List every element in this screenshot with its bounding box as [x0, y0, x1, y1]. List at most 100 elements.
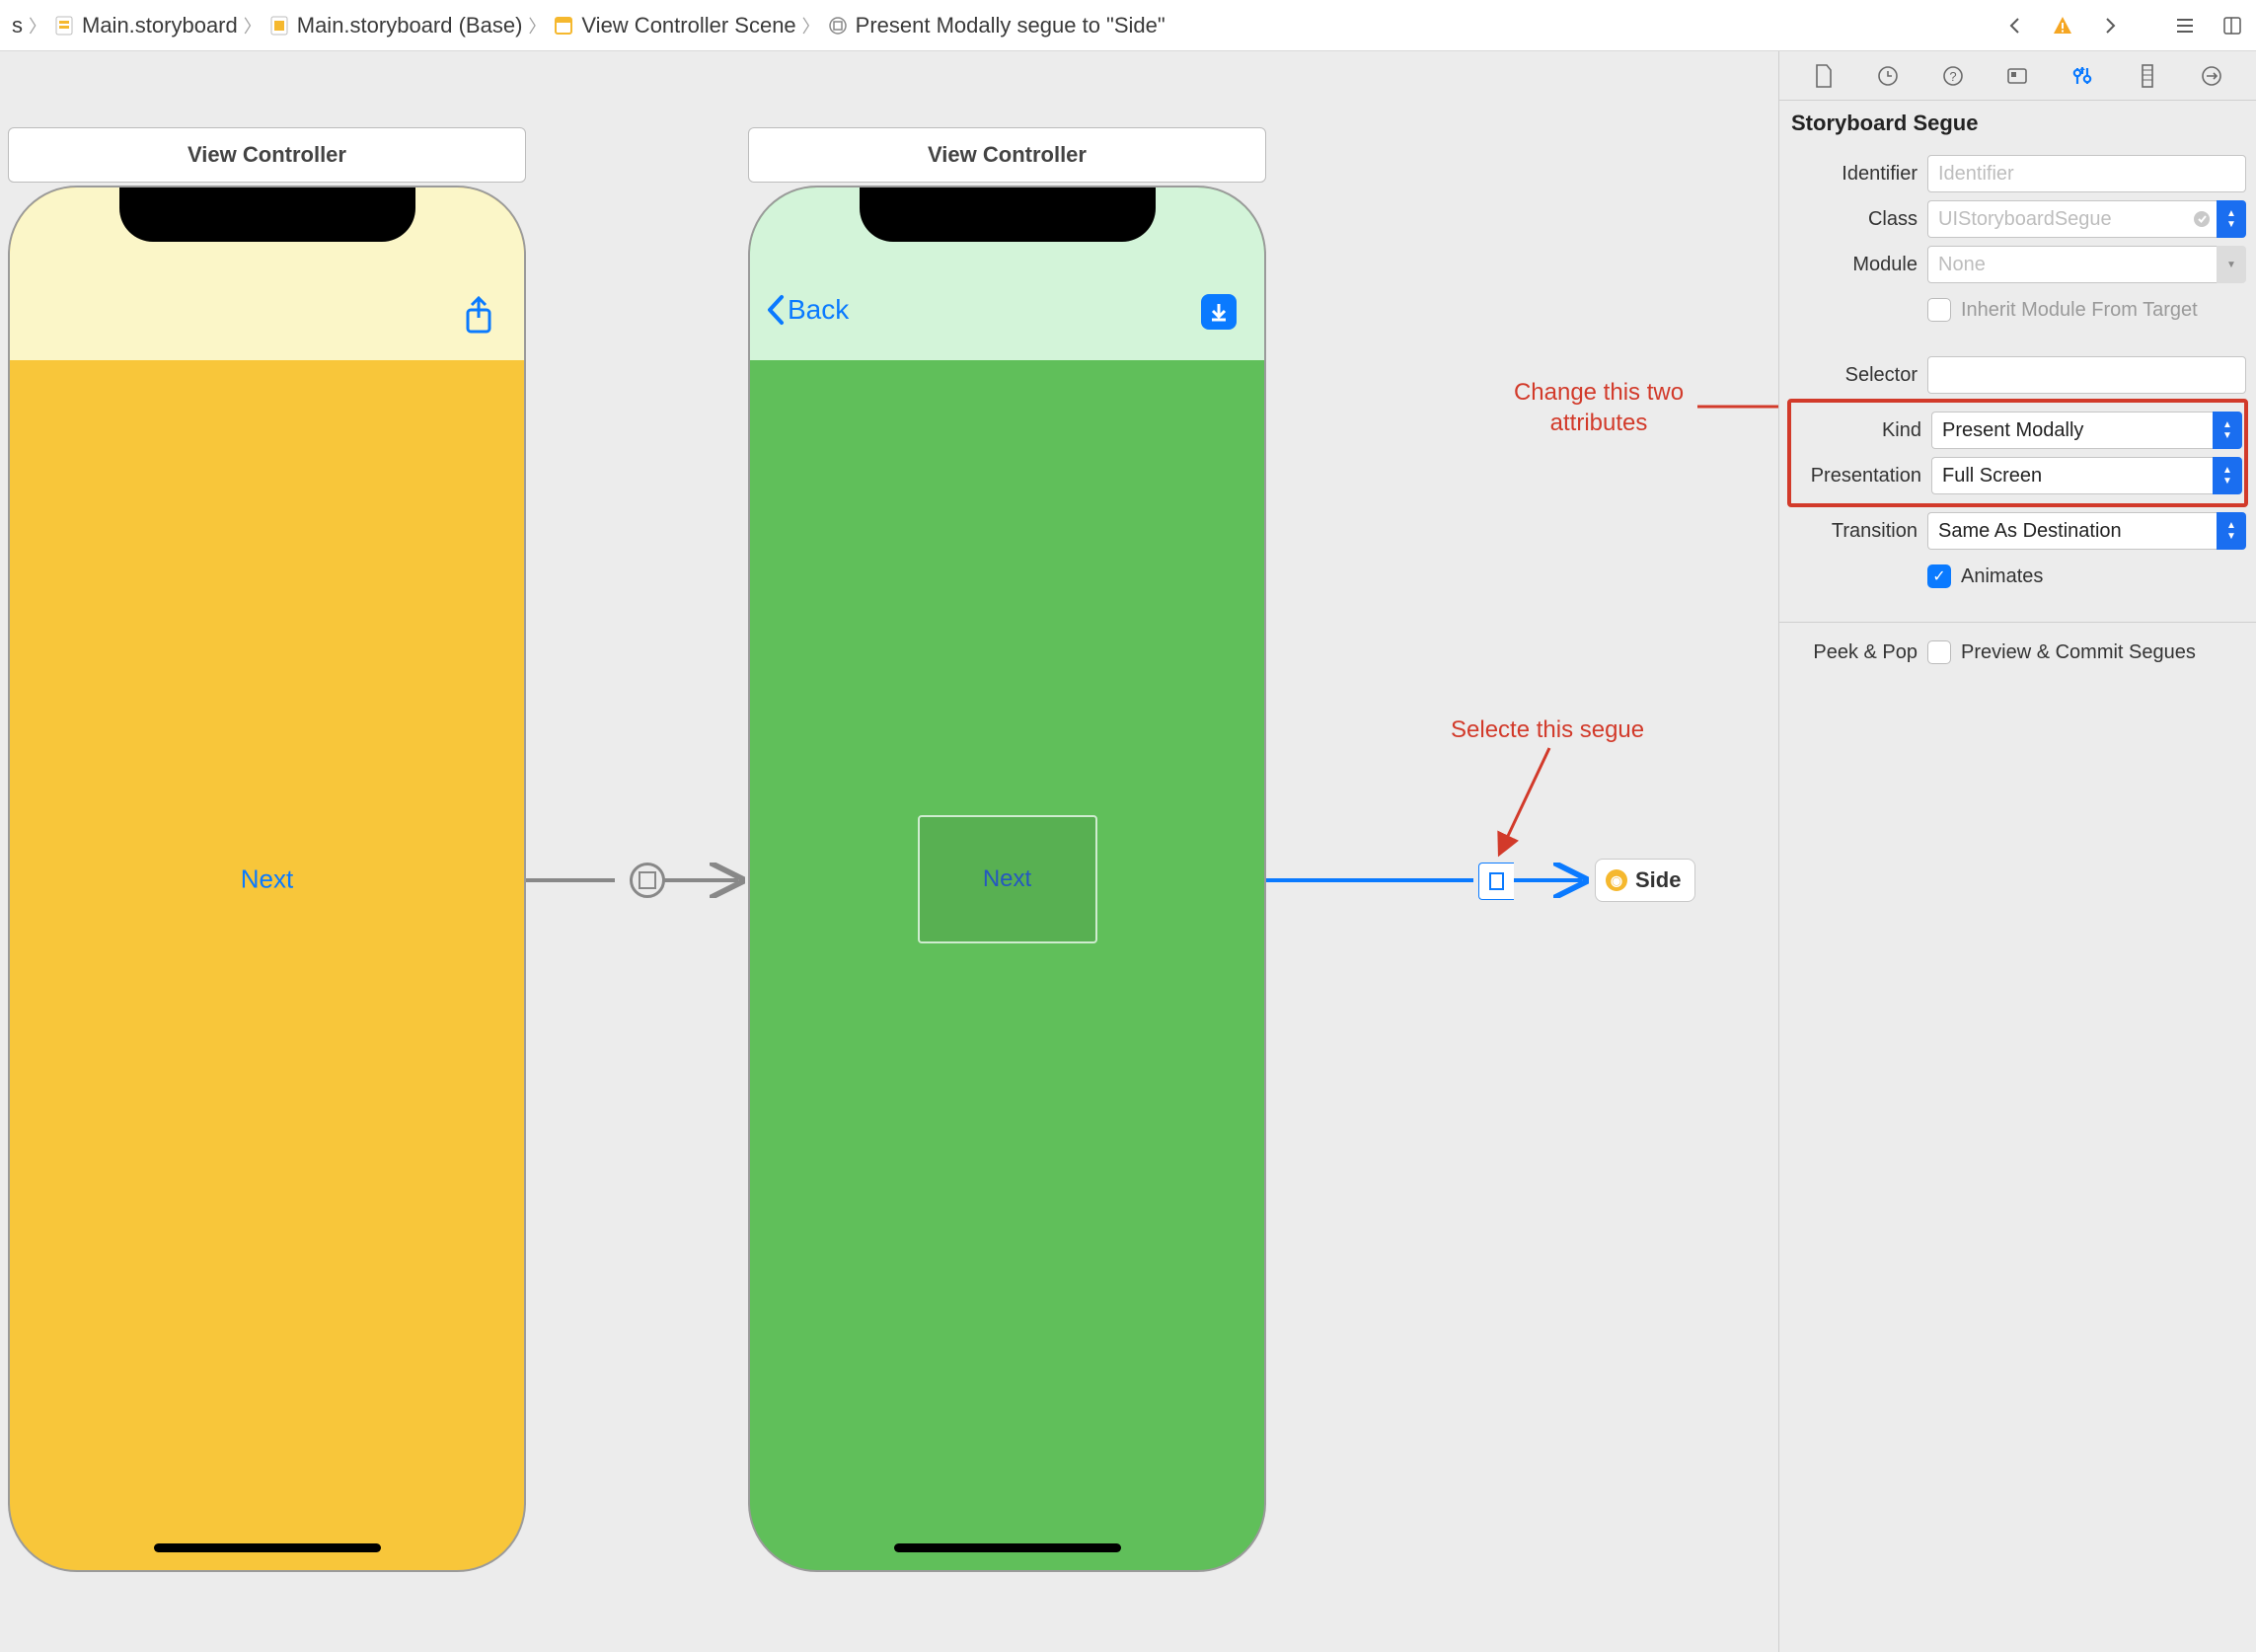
breadcrumb-label: View Controller Scene — [581, 13, 795, 38]
size-inspector-tab[interactable] — [2128, 56, 2167, 96]
storyboard-base-icon — [267, 14, 291, 38]
row-transition: Transition Same As Destination ▲▼ — [1789, 511, 2246, 551]
row-class: Class UIStoryboardSegue ▲▼ — [1789, 199, 2246, 239]
button-label: Next — [983, 865, 1031, 893]
row-module: Module None ▼ — [1789, 245, 2246, 284]
attributes-inspector-tab[interactable] — [2063, 56, 2102, 96]
selector-input[interactable] — [1927, 356, 2246, 394]
row-presentation: Presentation Full Screen ▲▼ — [1793, 456, 2242, 495]
home-indicator — [154, 1543, 381, 1552]
field-label: Kind — [1793, 419, 1931, 442]
inherit-checkbox[interactable] — [1927, 298, 1951, 322]
inspector-panel: ? Storyboard Segue Identifier Class UISt… — [1779, 51, 2256, 1652]
phone-left[interactable]: Next — [8, 186, 526, 1572]
class-select[interactable]: UIStoryboardSegue — [1927, 200, 2218, 238]
chevron-right-icon: 〉 — [526, 13, 548, 38]
help-inspector-tab[interactable]: ? — [1933, 56, 1973, 96]
inspector-section-title: Storyboard Segue — [1779, 101, 2256, 144]
scene-title-left[interactable]: View Controller — [8, 127, 526, 183]
present-modally-icon — [1489, 872, 1504, 890]
segue-node-selected[interactable] — [1478, 863, 1514, 900]
breadcrumb-label: s — [12, 13, 23, 38]
back-label: Back — [788, 294, 849, 326]
connections-inspector-tab[interactable] — [2192, 56, 2231, 96]
breadcrumb-label: Main.storyboard (Base) — [297, 13, 523, 38]
clear-icon[interactable] — [2191, 208, 2213, 230]
download-icon[interactable] — [1201, 294, 1237, 330]
home-indicator — [894, 1543, 1121, 1552]
storyboard-file-icon — [52, 14, 76, 38]
identity-inspector-tab[interactable] — [1997, 56, 2037, 96]
nav-back-button[interactable] — [1999, 10, 2031, 41]
stepper-arrows-icon[interactable]: ▲▼ — [2213, 457, 2242, 494]
annotation-attributes: Change this two attributes — [1490, 377, 1707, 438]
nav-forward-button[interactable] — [2094, 10, 2126, 41]
topbar-right-controls — [1999, 10, 2248, 41]
outline-toggle-button[interactable] — [2169, 10, 2201, 41]
row-inherit: Inherit Module From Target — [1789, 290, 2246, 330]
stepper-arrows-icon[interactable]: ▼ — [2217, 246, 2246, 283]
phone-right[interactable]: Back Next — [748, 186, 1266, 1572]
present-modally-icon — [639, 871, 656, 889]
annotation-line: Selecte this segue — [1451, 716, 1644, 743]
scene-title-right[interactable]: View Controller — [748, 127, 1266, 183]
transition-select[interactable]: Same As Destination — [1927, 512, 2217, 550]
scene-reference-side[interactable]: ◉ Side — [1595, 859, 1695, 902]
field-label: Module — [1789, 254, 1927, 276]
warning-icon[interactable] — [2047, 10, 2078, 41]
inspector-body: Identifier Class UIStoryboardSegue ▲▼ Mo… — [1779, 144, 2256, 623]
animates-checkbox[interactable]: ✓ — [1927, 564, 1951, 588]
presentation-select[interactable]: Full Screen — [1931, 457, 2213, 494]
storyboard-canvas[interactable]: View Controller Next View Controller Bac… — [0, 51, 1779, 1652]
inspector-tab-bar: ? — [1779, 51, 2256, 101]
viewcontroller-icon: ◉ — [1606, 869, 1627, 891]
svg-text:?: ? — [1949, 69, 1956, 84]
history-inspector-tab[interactable] — [1868, 56, 1908, 96]
annotation-line: Change this two — [1490, 377, 1707, 408]
container-view[interactable]: Next — [918, 815, 1097, 943]
row-identifier: Identifier — [1789, 154, 2246, 193]
stepper-arrows-icon[interactable]: ▲▼ — [2217, 512, 2246, 550]
chevron-right-icon: 〉 — [800, 13, 822, 38]
checkbox-label: Animates — [1961, 565, 2043, 588]
module-select[interactable]: None — [1927, 246, 2220, 283]
identifier-input[interactable] — [1927, 155, 2246, 192]
annotation-segue: Selecte this segue — [1451, 714, 1644, 745]
back-button[interactable]: Back — [766, 294, 849, 326]
breadcrumb-item-0[interactable]: s — [8, 13, 27, 38]
row-peekpop: Peek & Pop Preview & Commit Segues — [1789, 633, 2246, 672]
kind-select[interactable]: Present Modally — [1931, 412, 2213, 449]
scene-reference-label: Side — [1635, 867, 1681, 893]
breadcrumb-item-4[interactable]: Present Modally segue to "Side" — [822, 13, 1169, 38]
checkbox-label: Preview & Commit Segues — [1961, 641, 2196, 664]
stepper-arrows-icon[interactable]: ▲▼ — [2217, 200, 2246, 238]
breadcrumb-bar: s 〉 Main.storyboard 〉 Main.storyboard (B… — [0, 0, 2256, 51]
segue-node-1[interactable] — [630, 863, 665, 898]
scene-title-label: View Controller — [928, 142, 1087, 167]
row-kind: Kind Present Modally ▲▼ — [1793, 411, 2242, 450]
device-notch — [860, 188, 1156, 242]
checkbox-label: Inherit Module From Target — [1961, 299, 2198, 322]
annotation-arrow-1 — [1697, 397, 1779, 416]
breadcrumb-label: Present Modally segue to "Side" — [856, 13, 1166, 38]
breadcrumb-item-1[interactable]: Main.storyboard — [48, 13, 242, 38]
next-button-left[interactable]: Next — [241, 864, 293, 894]
breadcrumb-item-3[interactable]: View Controller Scene — [548, 13, 799, 38]
breadcrumb-item-2[interactable]: Main.storyboard (Base) — [263, 13, 527, 38]
field-label: Selector — [1789, 364, 1927, 387]
scene-icon — [552, 14, 575, 38]
adjust-editor-button[interactable] — [2217, 10, 2248, 41]
peekpop-checkbox[interactable] — [1927, 640, 1951, 664]
field-label: Identifier — [1789, 163, 1927, 186]
stepper-arrows-icon[interactable]: ▲▼ — [2213, 412, 2242, 449]
device-notch — [119, 188, 415, 242]
annotation-arrow-2 — [1490, 742, 1569, 861]
breadcrumb-label: Main.storyboard — [82, 13, 238, 38]
file-inspector-tab[interactable] — [1804, 56, 1843, 96]
share-icon[interactable] — [461, 294, 496, 342]
row-animates: ✓ Animates — [1789, 557, 2246, 596]
segue-connector-selected — [1266, 861, 1592, 900]
inspector-peekpop: Peek & Pop Preview & Commit Segues — [1779, 623, 2256, 698]
field-label: Presentation — [1793, 465, 1931, 488]
button-label: Next — [241, 864, 293, 893]
